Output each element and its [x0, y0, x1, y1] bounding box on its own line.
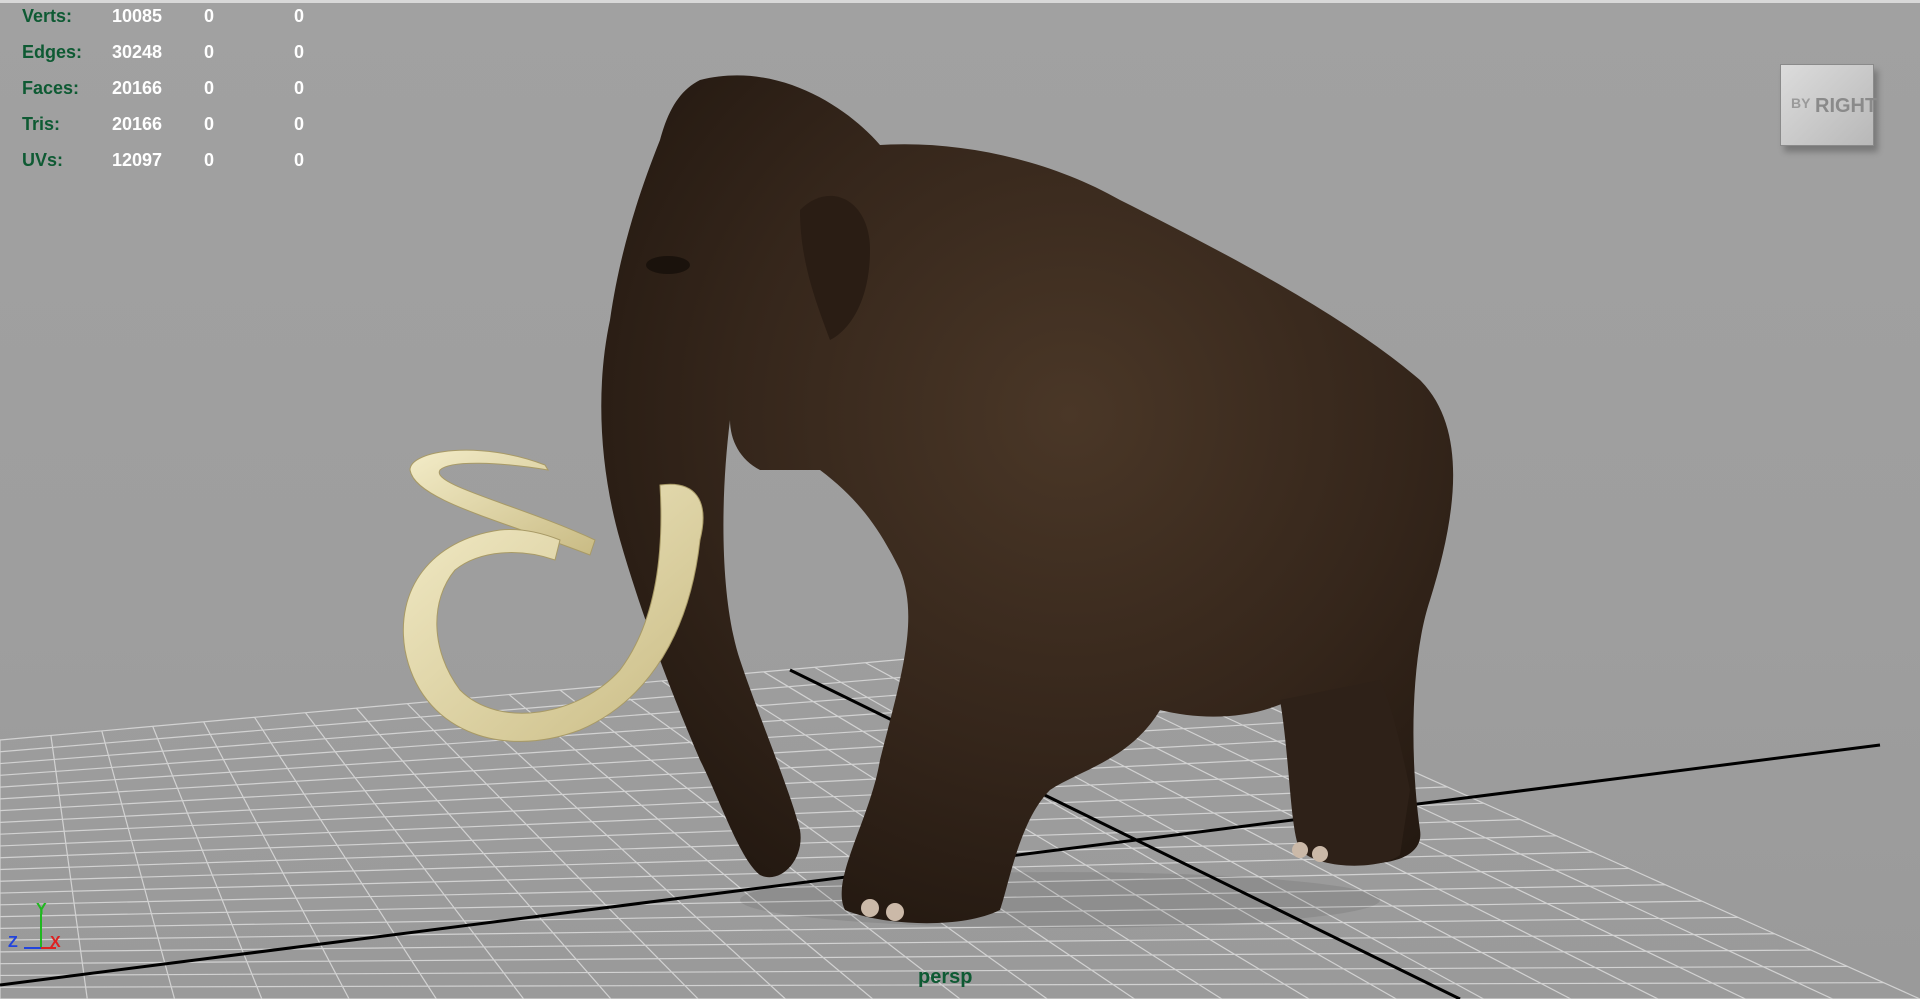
- hud-component: 0: [294, 6, 305, 26]
- hud-selected: 0: [204, 78, 215, 98]
- hud-selected: 0: [204, 150, 215, 170]
- hud-label: Tris:: [22, 114, 61, 134]
- view-cube-side-label: ΒΥ: [1791, 95, 1811, 111]
- hud-row: Faces: 20166 0 0: [22, 78, 322, 114]
- hud-row: Edges: 30248 0 0: [22, 42, 322, 78]
- hud-total: 12097: [112, 150, 163, 170]
- front-toe: [886, 903, 904, 921]
- hud-row: UVs: 12097 0 0: [22, 150, 322, 186]
- view-cube-icon[interactable]: ΒΥ RIGHT: [1774, 60, 1878, 150]
- axis-z-label: Z: [8, 934, 18, 951]
- view-cube-label: RIGHT: [1815, 95, 1878, 117]
- hud-row: Tris: 20166 0 0: [22, 114, 322, 150]
- eye: [646, 256, 690, 274]
- hud-label: Edges:: [22, 42, 83, 62]
- hud-label: Faces:: [22, 78, 80, 98]
- hud-label: Verts:: [22, 6, 73, 26]
- hind-toe: [1292, 842, 1308, 858]
- 3d-viewport[interactable]: Verts: 10085 0 0 Edges: 30248 0 0 Faces: 20166 0 0 T…: [0, 0, 1920, 999]
- hud-total: 20166: [112, 78, 163, 98]
- hud-label: UVs:: [22, 150, 64, 170]
- front-toe: [861, 899, 879, 917]
- hud-total: 30248: [112, 42, 163, 62]
- poly-count-hud: Verts: 10085 0 0 Edges: 30248 0 0 Faces: 20166 0 0 T…: [22, 6, 322, 186]
- hud-component: 0: [294, 78, 305, 98]
- model-shadow: [740, 872, 1380, 928]
- hind-toe: [1312, 846, 1328, 862]
- hud-component: 0: [294, 42, 305, 62]
- hud-selected: 0: [204, 42, 215, 62]
- hud-component: 0: [294, 150, 305, 170]
- hud-row: Verts: 10085 0 0: [22, 6, 322, 42]
- hud-component: 0: [294, 114, 305, 134]
- axis-gizmo-icon: Y X Z: [8, 901, 61, 951]
- hud-selected: 0: [204, 6, 215, 26]
- hud-total: 20166: [112, 114, 163, 134]
- axis-y-label: Y: [36, 901, 47, 918]
- camera-name: persp: [918, 966, 973, 988]
- axis-x-label: X: [50, 934, 61, 951]
- hud-total: 10085: [112, 6, 163, 26]
- view-cube-face[interactable]: ΒΥ RIGHT: [1780, 64, 1878, 146]
- hud-selected: 0: [204, 114, 215, 134]
